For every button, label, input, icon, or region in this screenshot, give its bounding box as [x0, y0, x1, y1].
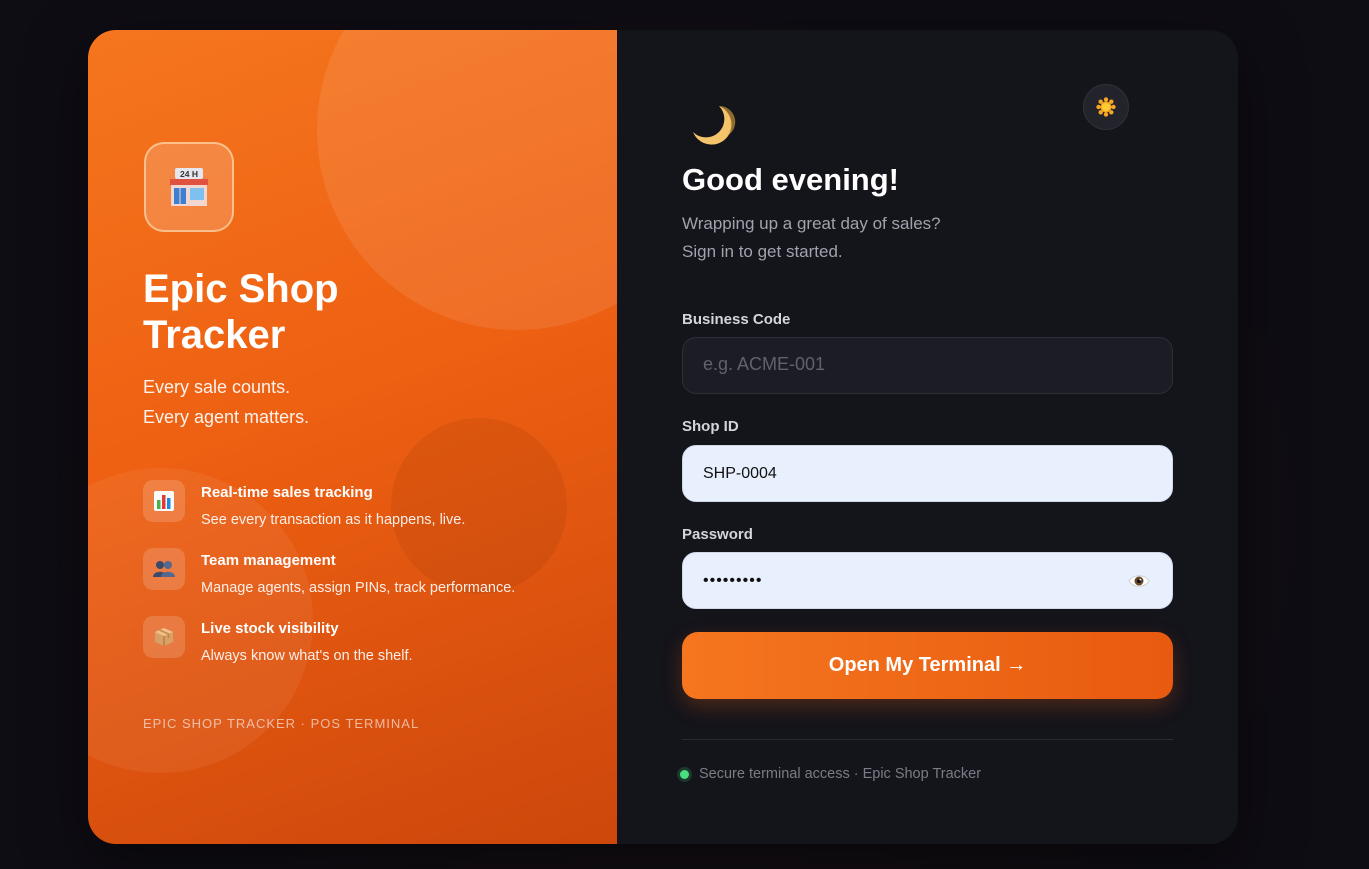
feature-item: Live stock visibility Always know what's… — [143, 616, 515, 684]
greeting-subtitle: Wrapping up a great day of sales? Sign i… — [682, 210, 941, 266]
status-dot-icon — [680, 769, 689, 779]
secure-note-text: Secure terminal access · Epic Shop Track… — [699, 766, 982, 782]
business-code-label: Business Code — [682, 311, 791, 328]
business-code-input[interactable] — [682, 337, 1173, 394]
login-card: 24 H Epic Shop Tracker Every sale counts… — [88, 30, 1238, 844]
secure-access-note: Secure terminal access · Epic Shop Track… — [680, 766, 981, 782]
feature-item: Team management Manage agents, assign PI… — [143, 548, 515, 616]
crescent-moon-icon — [689, 102, 737, 153]
subtitle-line: Wrapping up a great day of sales? — [682, 214, 941, 233]
login-panel: Good evening! Wrapping up a great day of… — [617, 30, 1238, 844]
brand-tagline: Every sale counts. Every agent matters. — [143, 372, 309, 432]
feature-title: Team management — [201, 552, 336, 569]
shop-id-label: Shop ID — [682, 418, 739, 435]
feature-description: See every transaction as it happens, liv… — [201, 512, 466, 528]
brand-title: Epic Shop Tracker — [143, 267, 339, 357]
feature-list: Real-time sales tracking See every trans… — [143, 480, 515, 684]
tagline-line: Every agent matters. — [143, 407, 310, 427]
feature-description: Always know what's on the shelf. — [201, 648, 413, 664]
greeting-heading: Good evening! — [682, 162, 899, 197]
feature-description: Manage agents, assign PINs, track perfor… — [201, 580, 516, 596]
bar-chart-icon — [143, 480, 185, 522]
package-icon — [143, 616, 185, 658]
open-terminal-button[interactable]: Open My Terminal → — [682, 632, 1173, 699]
show-password-eye-icon[interactable] — [1128, 570, 1150, 592]
password-label: Password — [682, 526, 753, 543]
store-logo-icon: 24 H — [144, 142, 234, 232]
password-input[interactable] — [682, 552, 1173, 609]
theme-toggle-button[interactable] — [1083, 84, 1129, 130]
feature-title: Real-time sales tracking — [201, 484, 373, 501]
brand-panel: 24 H Epic Shop Tracker Every sale counts… — [88, 30, 617, 844]
shop-id-input[interactable] — [682, 445, 1173, 502]
svg-text:24 H: 24 H — [180, 169, 198, 179]
divider — [682, 739, 1173, 740]
tagline-line: Every sale counts. — [143, 377, 291, 397]
people-icon — [143, 548, 185, 590]
brand-footer: EPIC SHOP TRACKER · POS TERMINAL — [143, 716, 420, 731]
feature-item: Real-time sales tracking See every trans… — [143, 480, 515, 548]
sun-icon — [1096, 97, 1116, 117]
subtitle-line: Sign in to get started. — [682, 242, 843, 261]
feature-title: Live stock visibility — [201, 620, 339, 637]
